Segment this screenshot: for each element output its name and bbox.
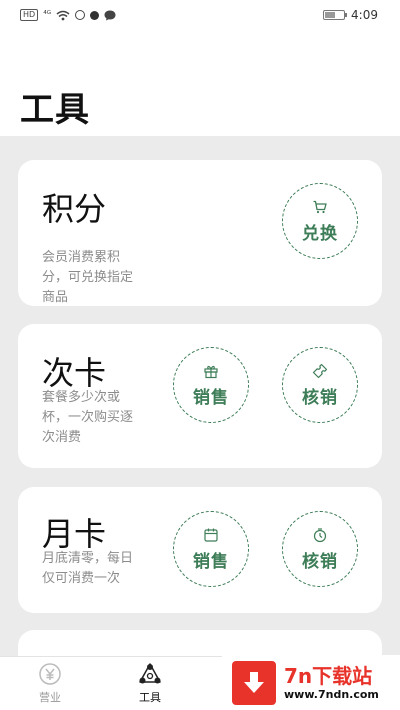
count-card: 次卡 套餐多少次或杯，一次购买逐次消费 销售 核销 [18, 324, 382, 468]
watermark-name: 7n下载站 [284, 664, 373, 688]
nav-item-business[interactable]: 营业 [20, 661, 80, 705]
wifi-icon [56, 10, 70, 20]
count-card-verify-button[interactable]: 核销 [282, 347, 358, 423]
calendar-icon [204, 528, 218, 542]
ticket-icon [312, 363, 328, 378]
points-card: 积分 会员消费累积分，可兑换指定商品 兑换 [18, 160, 382, 306]
month-card: 月卡 月底清零，每日仅可消费一次 销售 核销 [18, 487, 382, 613]
sell-button-label: 销售 [193, 551, 229, 572]
card-title: 积分 [42, 191, 107, 227]
watermark-text: 7n下载站 www.7ndn.com [284, 664, 379, 701]
battery-icon [323, 10, 348, 20]
month-card-verify-button[interactable]: 核销 [282, 511, 358, 587]
watermark-banner: 7n下载站 www.7ndn.com [222, 655, 400, 710]
tools-icon [139, 663, 161, 684]
month-card-sell-button[interactable]: 销售 [173, 511, 249, 587]
gift-icon [204, 365, 218, 378]
status-bar: HD ⁴ᴳ 4:09 [0, 0, 400, 30]
next-card-partial [18, 630, 382, 656]
timer-icon [313, 527, 327, 542]
nav-item-tools[interactable]: 工具 [120, 661, 180, 705]
card-description: 套餐多少次或杯，一次购买逐次消费 [42, 390, 134, 445]
sell-button-label: 销售 [193, 387, 229, 408]
nav-label: 营业 [39, 691, 61, 704]
app-notification-icon [90, 10, 100, 20]
nav-label: 工具 [139, 691, 161, 704]
hd-icon: HD [20, 9, 39, 21]
count-card-sell-button[interactable]: 销售 [173, 347, 249, 423]
battery-level [325, 12, 336, 18]
status-icons-left: HD ⁴ᴳ [20, 9, 116, 21]
card-description: 月底清零，每日仅可消费一次 [42, 551, 134, 586]
verify-button-label: 核销 [302, 551, 338, 572]
status-icons-right: 4:09 [323, 8, 378, 22]
redeem-button[interactable]: 兑换 [282, 183, 358, 259]
yen-icon [39, 663, 61, 685]
cart-icon [313, 200, 327, 213]
signal-icon: ⁴ᴳ [43, 10, 52, 20]
tools-list[interactable]: 积分 会员消费累积分，可兑换指定商品 兑换 次卡 套餐多少次或杯，一次购买逐次消… [0, 136, 400, 656]
message-icon [104, 10, 116, 20]
page-title: 工具 [20, 91, 90, 129]
clock: 4:09 [351, 8, 378, 22]
redeem-button-label: 兑换 [302, 223, 338, 244]
download-icon [232, 660, 276, 705]
watermark-url: www.7ndn.com [284, 688, 379, 701]
card-description: 会员消费累积分，可兑换指定商品 [42, 250, 134, 305]
notification-icon [75, 10, 86, 20]
verify-button-label: 核销 [302, 387, 338, 408]
